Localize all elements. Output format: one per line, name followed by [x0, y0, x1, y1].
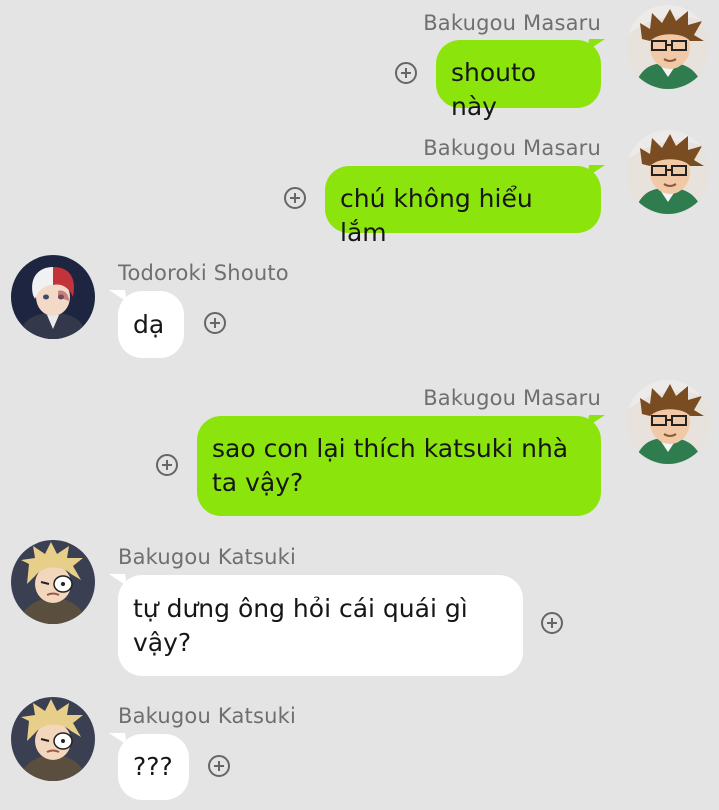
sender-name: Todoroki Shouto — [118, 261, 289, 285]
message-text-line: vậy? — [133, 628, 192, 657]
message-text: shouto này — [451, 58, 537, 121]
message-text: ??? — [133, 752, 173, 781]
sender-name: Bakugou Masaru — [423, 11, 601, 35]
plus-circle-icon[interactable] — [541, 612, 563, 634]
plus-circle-icon[interactable] — [204, 312, 226, 334]
message-bubble[interactable]: dạ — [118, 291, 184, 358]
katsuki-avatar-icon[interactable] — [11, 697, 95, 781]
katsuki-avatar-icon[interactable] — [11, 540, 95, 624]
message-bubble[interactable]: sao con lại thích katsuki nhà ta vậy? — [197, 416, 601, 516]
message-bubble[interactable]: chú không hiểu lắm — [325, 166, 601, 247]
shouto-avatar-icon[interactable] — [11, 255, 95, 339]
message-text-line: sao con lại thích katsuki nhà — [212, 434, 569, 463]
sender-name: Bakugou Katsuki — [118, 545, 297, 569]
masaru-avatar-icon[interactable] — [626, 380, 710, 464]
message-text: chú không hiểu lắm — [340, 184, 533, 247]
plus-circle-icon[interactable] — [208, 755, 230, 777]
masaru-avatar-icon[interactable] — [626, 130, 710, 214]
sender-name: Bakugou Masaru — [423, 386, 601, 410]
message-text-line: ta vậy? — [212, 468, 304, 497]
sender-name: Bakugou Katsuki — [118, 704, 297, 728]
plus-circle-icon[interactable] — [284, 187, 306, 209]
plus-circle-icon[interactable] — [156, 454, 178, 476]
message-text: dạ — [133, 310, 165, 339]
message-bubble[interactable]: shouto này — [436, 40, 601, 121]
plus-circle-icon[interactable] — [395, 62, 417, 84]
message-bubble[interactable]: ??? — [118, 734, 189, 800]
message-bubble[interactable]: tự dưng ông hỏi cái quái gì vậy? — [118, 575, 523, 676]
sender-name: Bakugou Masaru — [423, 136, 601, 160]
masaru-avatar-icon[interactable] — [626, 5, 710, 89]
message-text-line: tự dưng ông hỏi cái quái gì — [133, 594, 468, 623]
